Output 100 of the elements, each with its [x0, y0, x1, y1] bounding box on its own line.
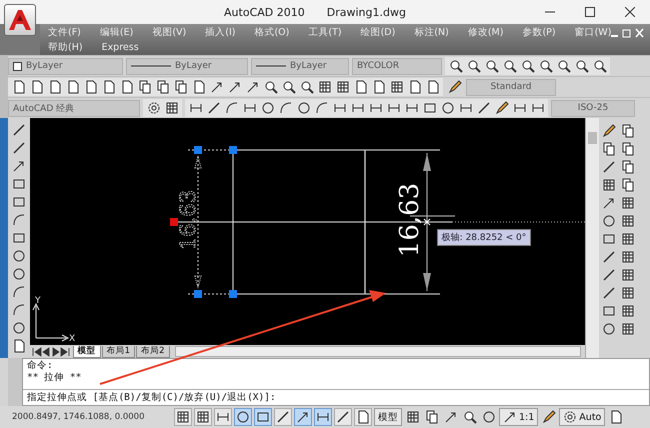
drafting-toggle[interactable]: [334, 408, 352, 426]
toolbar-button[interactable]: [600, 122, 618, 139]
page-icon: [48, 80, 62, 94]
zoom-icon: [502, 59, 516, 73]
menu-item[interactable]: 文件(F): [48, 26, 81, 38]
color-swatch-icon: [13, 62, 22, 70]
gear-icon: [563, 410, 578, 424]
line-icon: [276, 410, 290, 424]
menu-item[interactable]: 标注(N): [414, 26, 449, 38]
lineweight-dropdown[interactable]: ByLayer: [251, 58, 349, 74]
page-icon: [608, 410, 623, 424]
command-history-line: 命令:: [27, 360, 54, 372]
line-sample-icon: [131, 64, 171, 68]
drafting-toggle[interactable]: [294, 408, 312, 426]
menu-item[interactable]: 参数(P): [522, 26, 556, 38]
logo-icon: [7, 8, 33, 32]
menu-item[interactable]: 格式(O): [254, 26, 290, 38]
pencil-icon: [494, 101, 508, 115]
menu-item[interactable]: 插入(I): [205, 26, 236, 38]
dimension-style-dropdown[interactable]: ISO-25: [551, 100, 635, 116]
copy-icon: [174, 80, 188, 94]
arc-icon: [12, 284, 26, 298]
grid-icon: [336, 80, 350, 94]
zoom-icon: [462, 410, 476, 424]
menu-item[interactable]: 修改(M): [468, 26, 504, 38]
document-title: Drawing1.dwg: [326, 6, 406, 18]
layout-tab[interactable]: 布局2: [136, 346, 170, 358]
toolbar-button[interactable]: [446, 78, 463, 96]
menu-item[interactable]: 窗口(W): [574, 26, 612, 38]
page-icon: [426, 80, 440, 94]
dim-icon: [216, 410, 230, 424]
workspace-button[interactable]: Auto: [559, 408, 606, 426]
zoom-icon: [282, 80, 296, 94]
page-icon: [102, 80, 116, 94]
grid-icon: [176, 410, 190, 424]
zoom-icon: [520, 59, 534, 73]
model-space-button[interactable]: 模型: [374, 408, 402, 426]
menu-item[interactable]: 工具(T): [308, 26, 342, 38]
command-window-grip[interactable]: [8, 358, 22, 406]
maximize-icon: [585, 7, 595, 17]
zoom-icon: [448, 59, 462, 73]
zoom-icon: [300, 80, 314, 94]
circle-icon: [12, 266, 26, 280]
pencil-icon: [602, 124, 616, 138]
page-icon: [12, 80, 26, 94]
vertical-scrollbar[interactable]: [584, 118, 599, 358]
drafting-toggle[interactable]: [234, 408, 252, 426]
zoom-icon: [592, 59, 606, 73]
application-menu-button[interactable]: [4, 4, 36, 36]
copy-icon: [602, 142, 616, 156]
layout-tab[interactable]: 模型: [72, 346, 101, 358]
color-dropdown[interactable]: ByLayer: [8, 58, 123, 74]
command-prompt[interactable]: 指定拉伸点或 [基点(B)/复制(C)/放弃(U)/退出(X)]:: [27, 392, 276, 404]
grid-icon: [621, 304, 636, 318]
annotation-scale-button[interactable]: 1:1: [499, 408, 538, 426]
dim-icon: [530, 101, 544, 115]
toolbar-button[interactable]: [493, 100, 510, 116]
dim-icon: [188, 101, 202, 115]
horizontal-scrollbar[interactable]: [174, 346, 581, 357]
page-icon: [12, 338, 26, 352]
toolbar-button[interactable]: [540, 408, 558, 426]
menu-item[interactable]: 视图(V): [152, 26, 186, 38]
workspace-dropdown[interactable]: AutoCAD 经典: [8, 100, 140, 116]
drafting-toggle[interactable]: [174, 408, 192, 426]
drafting-toggle[interactable]: [314, 408, 332, 426]
grid-icon: [621, 196, 636, 210]
copy-icon: [424, 410, 438, 424]
tab-navigation-icon[interactable]: [32, 346, 72, 356]
grid-icon: [621, 268, 636, 282]
line-icon: [602, 250, 616, 264]
axis-label: X: [68, 334, 75, 344]
polar-tooltip: 极轴: 28.8252 < 0°: [436, 229, 532, 246]
dim-icon: [512, 101, 526, 115]
pencil-icon: [448, 80, 462, 94]
drafting-toggle[interactable]: [214, 408, 232, 426]
page-icon: [192, 80, 206, 94]
text-style-dropdown[interactable]: Standard: [466, 78, 556, 96]
drafting-toggle[interactable]: [274, 408, 292, 426]
arrow-icon: [228, 80, 242, 94]
zoom-icon: [484, 59, 498, 73]
scroll-thumb[interactable]: [588, 132, 597, 144]
drafting-toggle[interactable]: [354, 408, 372, 426]
menu-item[interactable]: 绘图(D): [360, 26, 396, 38]
arrow-icon: [602, 196, 616, 210]
arrow-icon: [503, 410, 517, 424]
linetype-dropdown[interactable]: ByLayer: [126, 58, 248, 74]
page-icon: [84, 80, 98, 94]
drafting-toggle[interactable]: [254, 408, 272, 426]
menu-item[interactable]: Express: [102, 42, 139, 52]
drafting-toggle[interactable]: [194, 408, 212, 426]
copy-icon: [621, 142, 636, 156]
layout-tab[interactable]: 布局1: [102, 346, 136, 358]
grid-icon: [164, 101, 178, 115]
menu-item[interactable]: 帮助(H): [48, 40, 83, 54]
arc-icon: [224, 101, 238, 115]
menu-item[interactable]: 编辑(E): [100, 26, 134, 38]
grid-icon: [621, 322, 636, 336]
arc-icon: [12, 302, 26, 316]
plot-style-dropdown[interactable]: BYCOLOR: [352, 58, 442, 74]
line-icon: [12, 140, 26, 154]
